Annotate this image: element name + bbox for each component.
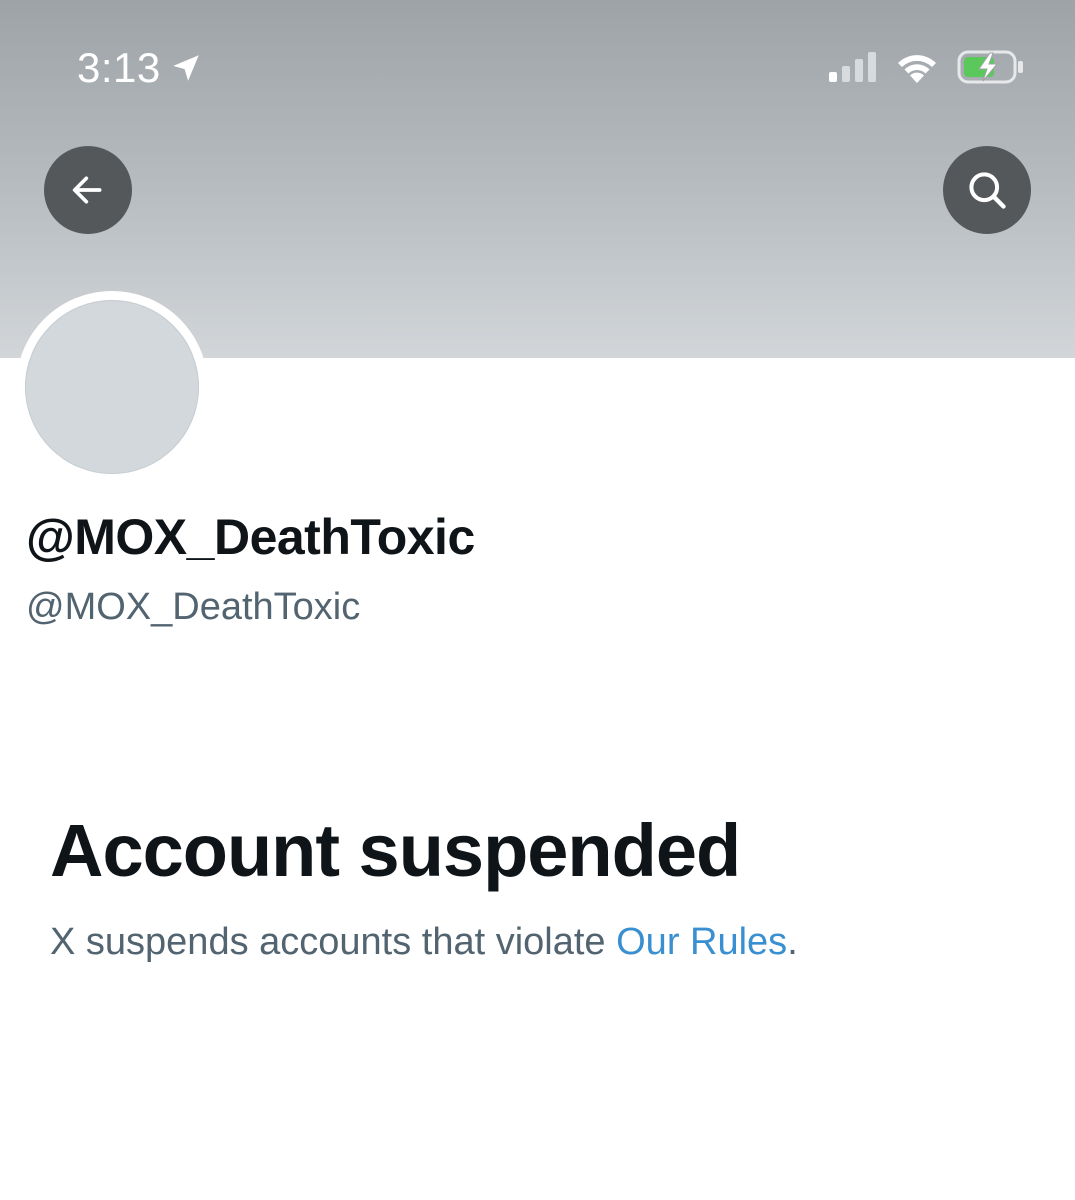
wifi-icon bbox=[895, 51, 939, 83]
arrow-left-icon bbox=[68, 170, 108, 210]
search-icon bbox=[965, 168, 1009, 212]
cellular-signal-icon bbox=[829, 52, 877, 82]
suspended-message-prefix: X suspends accounts that violate bbox=[50, 921, 617, 963]
profile-handle: @MOX_DeathToxic bbox=[26, 586, 361, 628]
profile-display-name: @MOX_DeathToxic bbox=[26, 509, 475, 565]
suspended-message: X suspends accounts that violate Our Rul… bbox=[50, 921, 798, 964]
location-arrow-icon bbox=[169, 51, 203, 85]
status-bar-indicators bbox=[829, 50, 1025, 84]
status-bar-time: 3:13 bbox=[77, 44, 203, 92]
back-button[interactable] bbox=[44, 146, 132, 234]
avatar bbox=[16, 291, 208, 483]
suspended-message-suffix: . bbox=[787, 921, 798, 963]
clock-label: 3:13 bbox=[77, 44, 161, 91]
battery-charging-icon bbox=[957, 50, 1025, 84]
suspended-title: Account suspended bbox=[50, 809, 741, 892]
our-rules-link[interactable]: Our Rules bbox=[616, 921, 787, 963]
search-button[interactable] bbox=[943, 146, 1031, 234]
avatar-placeholder bbox=[25, 300, 199, 474]
profile-page: 3:13 @MOX_DeathToxic @MOX_DeathToxic Acc… bbox=[0, 0, 1075, 1200]
